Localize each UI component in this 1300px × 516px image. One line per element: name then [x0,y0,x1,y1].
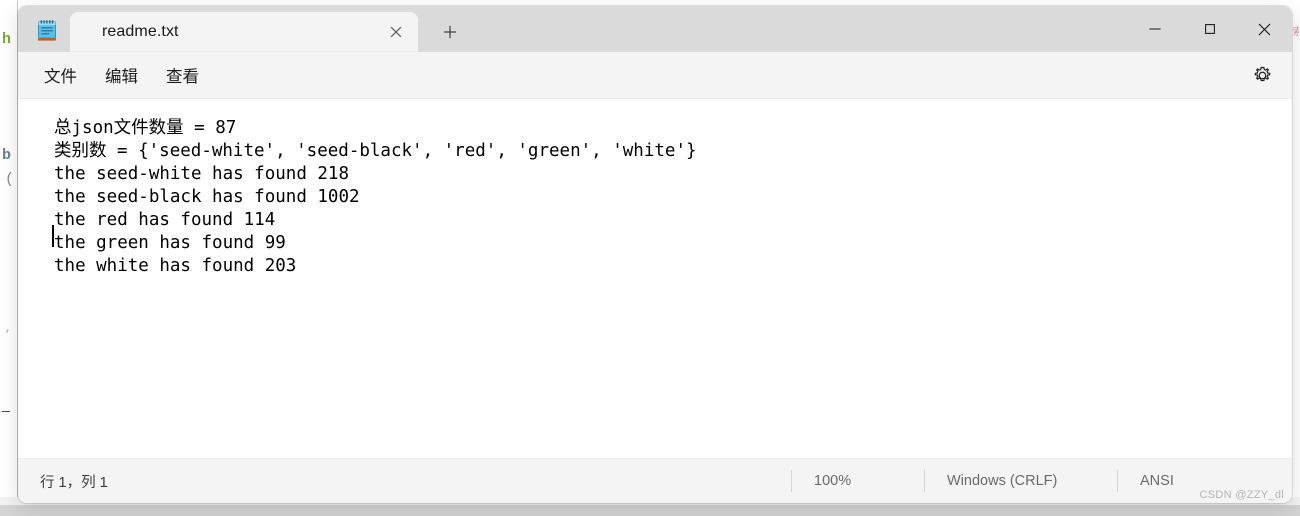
status-right-group: 100% Windows (CRLF) ANSI [791,459,1270,503]
window-controls [1127,6,1292,52]
statusbar: 行 1，列 1 100% Windows (CRLF) ANSI CSDN @Z… [18,458,1292,503]
watermark: CSDN @ZZY_dl [1199,489,1284,501]
close-icon[interactable] [384,20,408,44]
titlebar[interactable]: readme.txt [18,6,1292,52]
background-glyph-b: b [2,147,12,164]
status-cursor-position: 行 1，列 1 [40,474,108,491]
editor-content[interactable]: 总json文件数量 = 87 类别数 = {'seed-white', 'see… [54,117,697,278]
background-glyph-paren: ( [5,171,15,188]
close-icon[interactable] [1237,6,1292,52]
background-glyph-dash: — [2,404,10,419]
notepad-icon [34,18,60,44]
background-glyph-h: h [2,31,12,48]
notepad-window: readme.txt 文件 编辑 查看 总json文件数量 = 87 类别数 =… [18,6,1292,503]
status-zoom-level[interactable]: 100% [791,470,924,492]
gear-icon[interactable] [1246,59,1278,91]
menubar: 文件 编辑 查看 [18,52,1292,99]
text-editor-area[interactable]: 总json文件数量 = 87 类别数 = {'seed-white', 'see… [18,99,1292,458]
status-line-ending[interactable]: Windows (CRLF) [924,470,1117,492]
tab-strip: readme.txt [70,12,466,52]
maximize-icon[interactable] [1182,6,1237,52]
menu-item-view[interactable]: 查看 [156,58,209,92]
menu-item-edit[interactable]: 编辑 [95,58,148,92]
background-horizontal-scrollbar[interactable] [0,505,1300,516]
menu-item-file[interactable]: 文件 [34,58,87,92]
tab-readme-txt[interactable]: readme.txt [70,12,418,52]
minimize-icon[interactable] [1127,6,1182,52]
plus-icon[interactable] [434,16,466,48]
background-glyph-comma: , [5,323,12,335]
tab-label: readme.txt [102,23,179,40]
